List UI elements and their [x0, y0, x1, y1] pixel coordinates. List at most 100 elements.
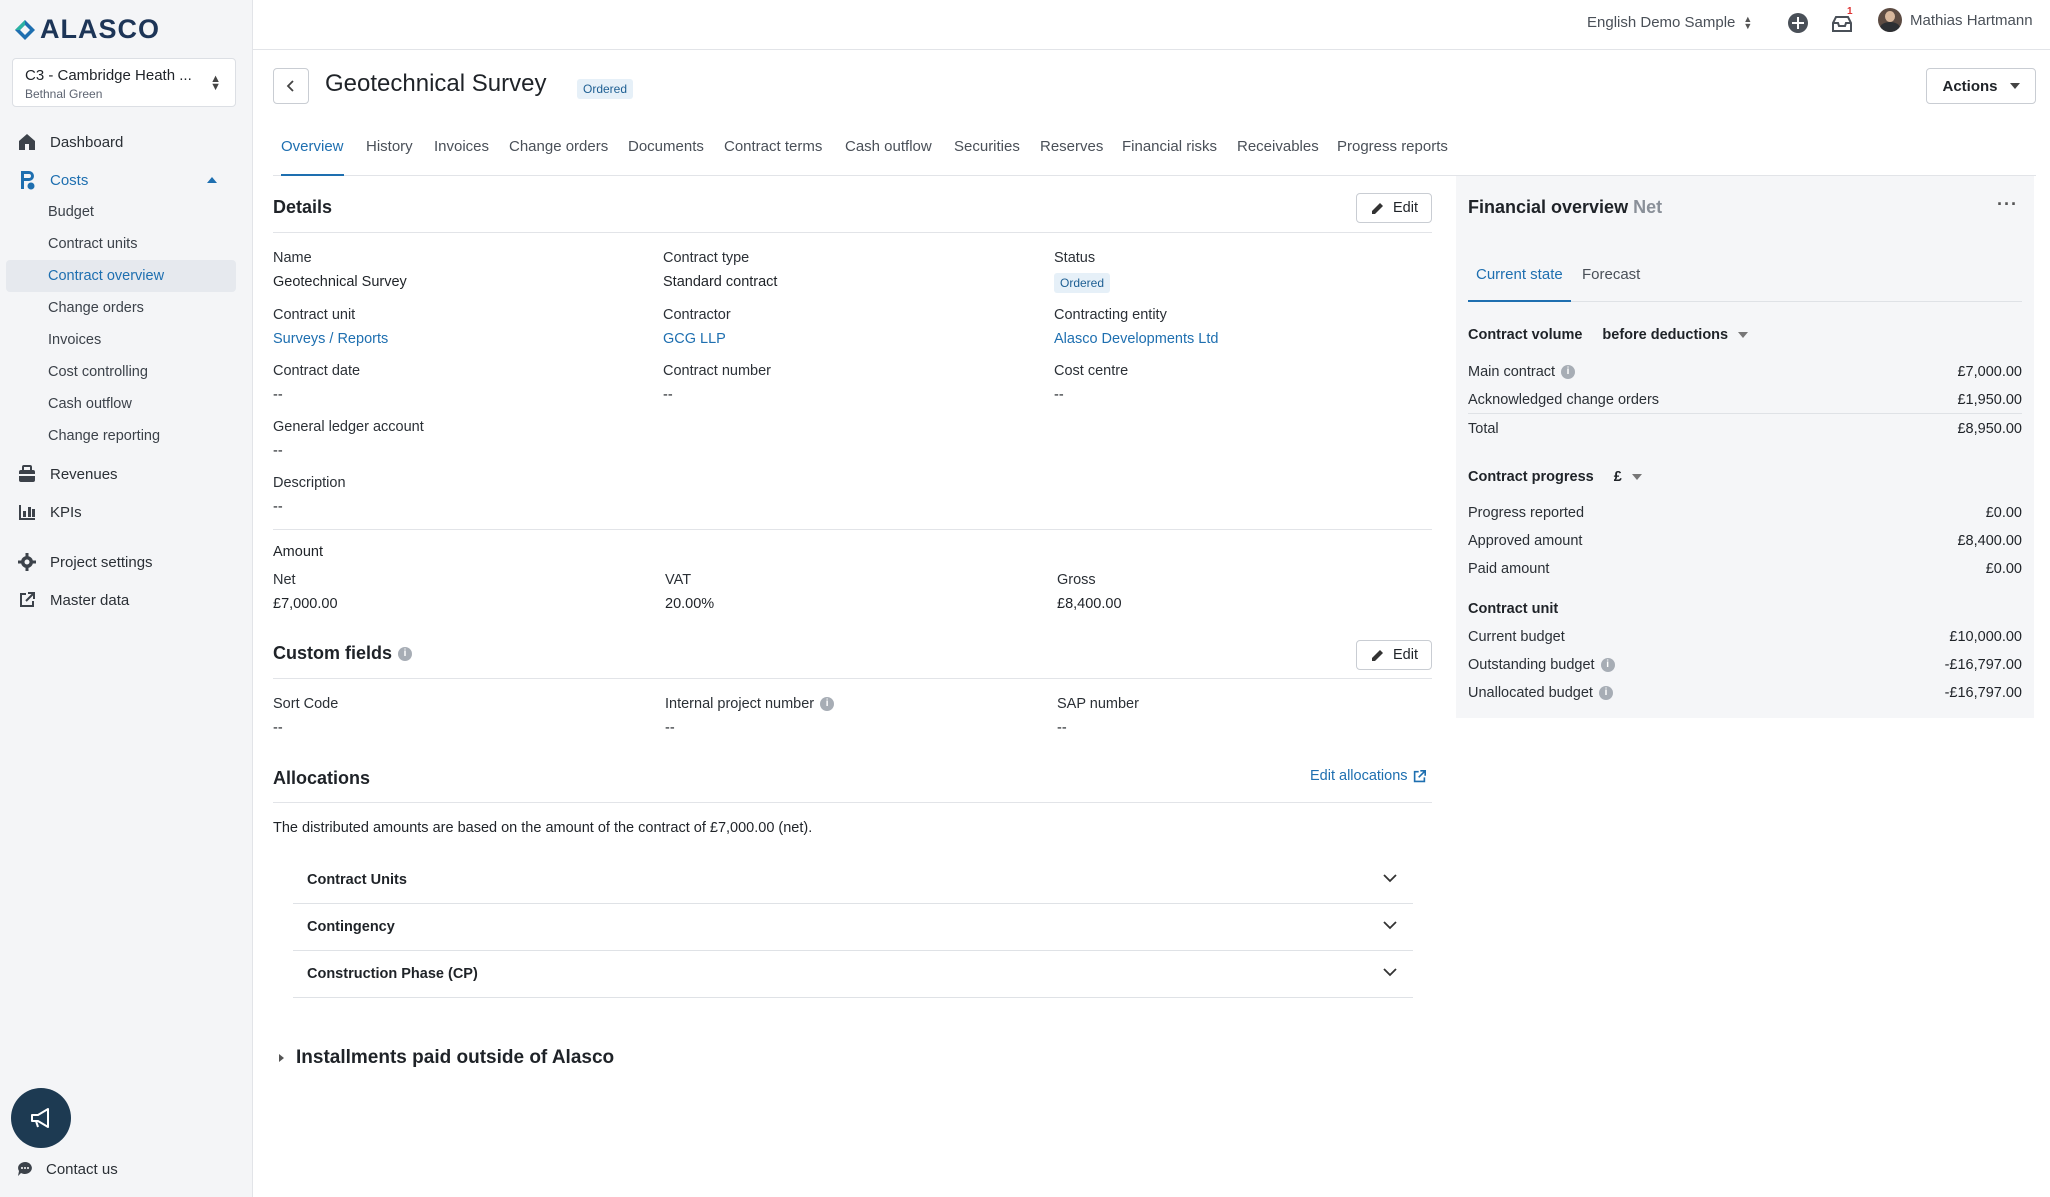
installments-title: Installments paid outside of Alasco: [296, 1047, 615, 1068]
costs-icon: [16, 169, 38, 191]
tab-financial-risks[interactable]: Financial risks: [1122, 138, 1217, 176]
tab-contract-terms[interactable]: Contract terms: [724, 138, 822, 176]
nav-dashboard-label: Dashboard: [50, 133, 124, 151]
gear-icon: [16, 551, 38, 573]
contract-volume-select[interactable]: before deductions: [1602, 327, 1749, 343]
avatar: [1878, 8, 1902, 32]
sidebar-item-change-reporting[interactable]: Change reporting: [6, 420, 236, 452]
sidebar-item-contract-overview[interactable]: Contract overview: [6, 260, 236, 292]
contract-number-label: Contract number: [663, 363, 771, 379]
back-button[interactable]: [273, 68, 309, 104]
contract-unit-link[interactable]: Surveys / Reports: [273, 331, 388, 347]
info-icon[interactable]: i: [1561, 365, 1576, 380]
nav-project-settings[interactable]: Project settings: [0, 546, 253, 578]
nav-revenues[interactable]: Revenues: [0, 458, 253, 490]
nav-dashboard[interactable]: Dashboard: [0, 126, 253, 158]
tab-current-state[interactable]: Current state: [1468, 266, 1571, 302]
sidebar-item-change-orders[interactable]: Change orders: [6, 292, 236, 324]
financial-overview-title-text: Financial overview: [1468, 197, 1629, 217]
tab-history[interactable]: History: [366, 138, 413, 176]
divider: [273, 529, 1432, 530]
project-selector[interactable]: C3 - Cambridge Heath ... Bethnal Green ▲…: [12, 58, 236, 107]
caret-up-icon: [207, 177, 217, 183]
edit-allocations-link[interactable]: Edit allocations: [1310, 768, 1426, 784]
accordion-label: Contract Units: [307, 872, 407, 888]
accordion-contingency[interactable]: Contingency: [293, 904, 1413, 951]
nav-kpis[interactable]: KPIs: [0, 496, 253, 528]
tab-overview[interactable]: Overview: [281, 138, 344, 176]
contract-progress-select[interactable]: £: [1614, 469, 1642, 485]
details-edit-button[interactable]: Edit: [1356, 193, 1432, 223]
info-icon[interactable]: i: [820, 697, 835, 712]
tab-receivables[interactable]: Receivables: [1237, 138, 1319, 176]
add-circle-button[interactable]: [1787, 12, 1809, 34]
ack-change-orders-value: £1,950.00: [1957, 391, 2022, 408]
info-icon[interactable]: i: [398, 647, 413, 662]
caret-right-icon: [279, 1054, 284, 1062]
accordion-construction-phase[interactable]: Construction Phase (CP): [293, 951, 1413, 998]
more-options-icon[interactable]: ···: [1997, 194, 2018, 215]
tab-bar: Overview History Invoices Change orders …: [273, 128, 2036, 176]
financial-overview-suffix: Net: [1633, 197, 1663, 217]
tab-forecast[interactable]: Forecast: [1574, 266, 1648, 302]
user-menu[interactable]: Mathias Hartmann: [1878, 8, 2033, 32]
tab-invoices[interactable]: Invoices: [434, 138, 489, 176]
accordion-contract-units[interactable]: Contract Units: [293, 857, 1413, 904]
allocations-title: Allocations: [273, 768, 371, 788]
chat-bubble-icon: [16, 1160, 34, 1178]
language-selector[interactable]: English Demo Sample ▲ ▼: [1587, 14, 1752, 31]
contract-date-label: Contract date: [273, 363, 361, 379]
sidebar-item-invoices[interactable]: Invoices: [6, 324, 236, 356]
custom-fields-edit-button[interactable]: Edit: [1356, 640, 1432, 670]
external-link-icon: [1413, 769, 1426, 782]
installments-toggle[interactable]: Installments paid outside of Alasco: [278, 1047, 614, 1069]
tab-progress-reports[interactable]: Progress reports: [1337, 138, 1448, 176]
info-icon[interactable]: i: [1598, 686, 1613, 701]
accordion-label: Construction Phase (CP): [307, 966, 478, 982]
fin-row-current-budget: Current budget £10,000.00: [1468, 623, 2022, 651]
contract-type-value: Standard contract: [663, 274, 778, 290]
chevron-down-icon: [1383, 968, 1397, 977]
tab-cash-outflow[interactable]: Cash outflow: [845, 138, 932, 176]
nav-kpis-label: KPIs: [50, 503, 82, 521]
contracting-entity-link[interactable]: Alasco Developments Ltd: [1054, 331, 1218, 347]
logo-mark-icon: [15, 19, 35, 40]
tab-documents[interactable]: Documents: [628, 138, 704, 176]
status-value-badge: Ordered: [1054, 273, 1111, 293]
nav-costs[interactable]: Costs: [0, 164, 253, 196]
sidebar-item-cash-outflow[interactable]: Cash outflow: [6, 388, 236, 420]
kpi-chart-icon: [16, 501, 38, 523]
tab-change-orders[interactable]: Change orders: [509, 138, 608, 176]
contractor-label: Contractor: [663, 307, 731, 323]
nav-master-data[interactable]: Master data: [0, 584, 253, 616]
gl-account-value: --: [273, 443, 283, 459]
info-icon[interactable]: i: [1600, 658, 1615, 673]
sidebar: ALASCO C3 - Cambridge Heath ... Bethnal …: [0, 0, 253, 1197]
contracting-entity-label: Contracting entity: [1054, 307, 1167, 323]
announcements-button[interactable]: [11, 1088, 71, 1148]
contact-us-link[interactable]: Contact us: [16, 1160, 118, 1178]
alasco-logo[interactable]: ALASCO: [14, 14, 160, 45]
tab-securities[interactable]: Securities: [954, 138, 1020, 176]
tab-reserves[interactable]: Reserves: [1040, 138, 1103, 176]
megaphone-icon: [31, 1108, 49, 1128]
fin-row-ack-change-orders: Acknowledged change orders £1,950.00: [1468, 386, 2022, 414]
actions-button[interactable]: Actions: [1926, 68, 2036, 104]
description-value: --: [273, 499, 283, 515]
nav-revenues-label: Revenues: [50, 465, 118, 483]
paid-amount-label: Paid amount: [1468, 561, 1550, 577]
name-value: Geotechnical Survey: [273, 274, 407, 290]
notifications-button[interactable]: 1: [1831, 6, 1853, 34]
sidebar-item-budget[interactable]: Budget: [6, 196, 236, 228]
contract-unit-label: Contract unit: [273, 307, 356, 323]
outstanding-budget-label: Outstanding budget: [1468, 657, 1595, 673]
caret-down-icon: [2009, 83, 2020, 89]
cost-centre-value: --: [1054, 387, 1064, 403]
contractor-link[interactable]: GCG LLP: [663, 331, 726, 347]
contract-type-label: Contract type: [663, 250, 750, 266]
financial-tabs: Current state Forecast: [1468, 258, 2022, 302]
project-name: C3 - Cambridge Heath ...: [25, 67, 192, 84]
sidebar-item-cost-controlling[interactable]: Cost controlling: [6, 356, 236, 388]
sidebar-item-contract-units[interactable]: Contract units: [6, 228, 236, 260]
custom-fields-edit-label: Edit: [1393, 647, 1418, 663]
